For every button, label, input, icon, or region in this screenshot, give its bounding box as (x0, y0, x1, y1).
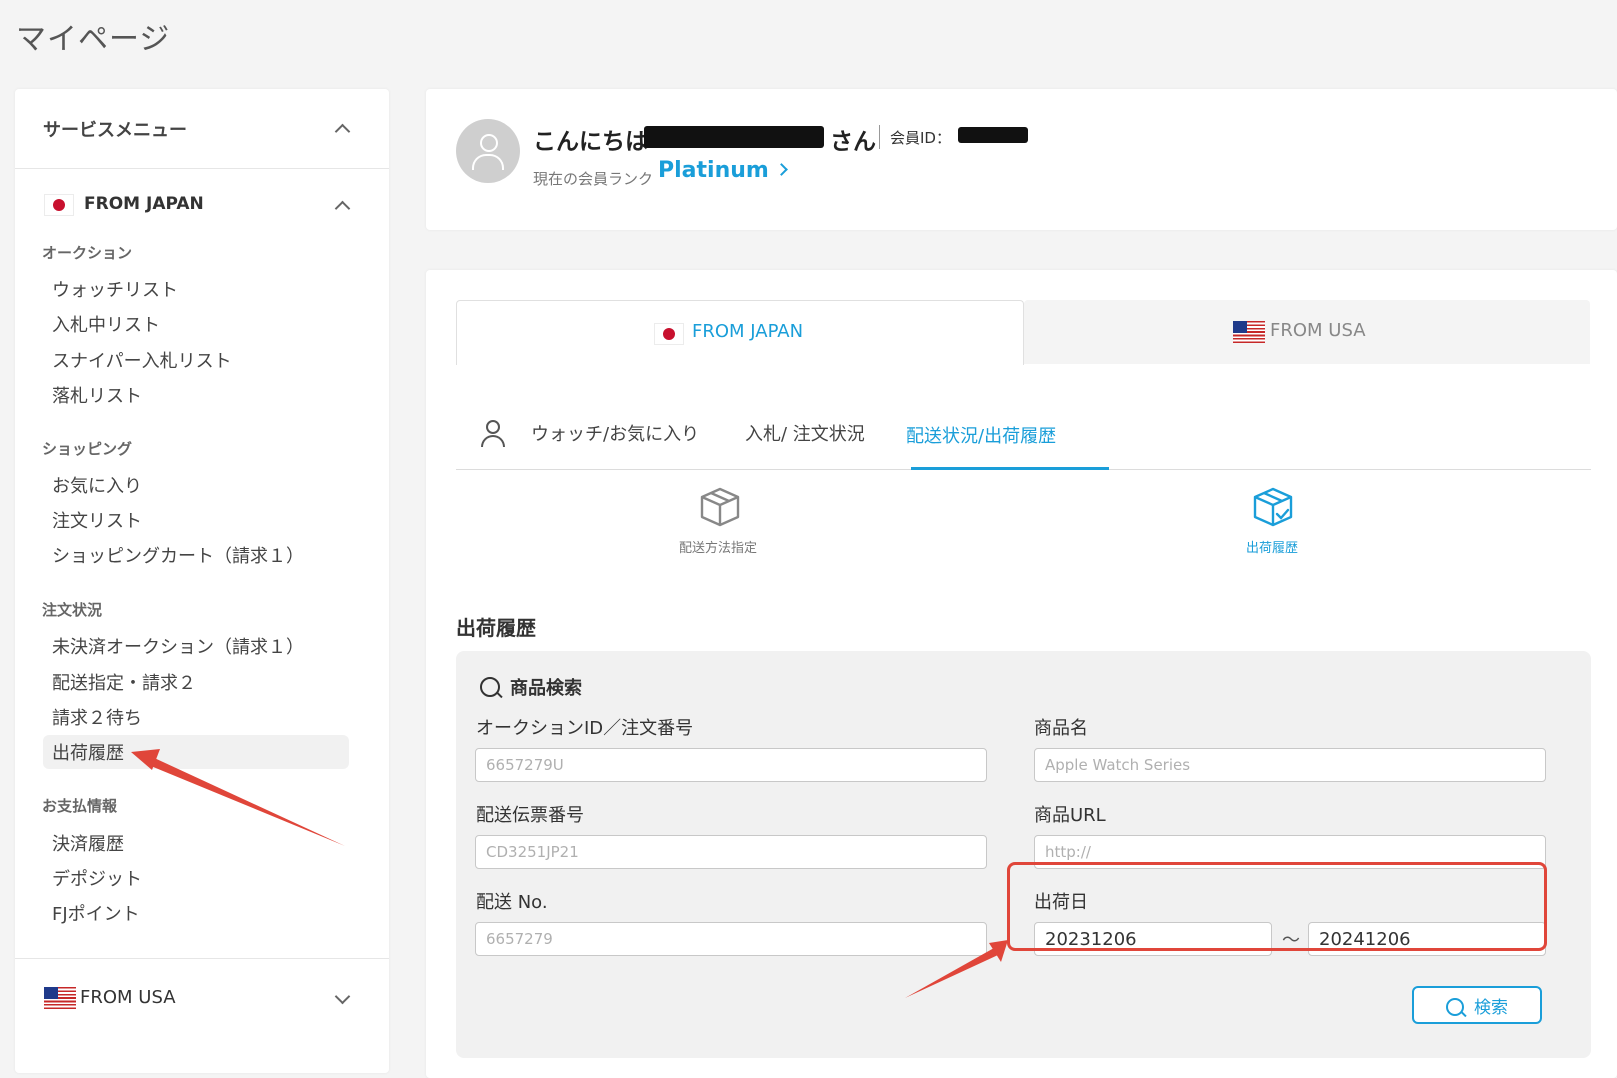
sidebar-item-deposit[interactable]: デポジット (52, 865, 142, 891)
sidebar-item-won[interactable]: 落札リスト (52, 382, 142, 408)
sidebar: サービスメニュー FROM JAPAN オークション ウォッチリスト 入札中リス… (15, 89, 389, 1073)
search-heading: 商品検索 (480, 674, 582, 700)
sidebar-item-cart[interactable]: ショッピングカート（請求１） (52, 542, 304, 568)
box-check-icon[interactable] (1251, 485, 1295, 529)
sidebar-item-watchlist[interactable]: ウォッチリスト (52, 276, 178, 302)
product-name-input[interactable] (1034, 748, 1546, 782)
shipping-method-label[interactable]: 配送方法指定 (679, 537, 757, 556)
sidebar-item-payment-history[interactable]: 決済履歴 (52, 830, 124, 856)
search-button-label: 検索 (1474, 997, 1508, 1018)
tab-from-usa-label: FROM USA (1270, 320, 1366, 341)
product-url-label: 商品URL (1034, 805, 1106, 826)
annotation-highlight-box (1007, 862, 1547, 951)
chevron-up-icon[interactable] (334, 123, 351, 140)
tab-from-usa[interactable]: FROM USA (1024, 300, 1590, 364)
usa-flag-icon (44, 987, 76, 1009)
box-icon[interactable] (698, 485, 742, 529)
shipping-history-option-label[interactable]: 出荷履歴 (1246, 537, 1298, 556)
tab-from-japan[interactable]: FROM JAPAN (456, 300, 1024, 365)
greeting: こんにちは (533, 122, 648, 156)
sidebar-item-shipping-request[interactable]: 配送指定・請求２ (52, 669, 196, 695)
sidebar-item-order-list[interactable]: 注文リスト (52, 507, 142, 533)
chevron-up-icon[interactable] (334, 200, 351, 217)
sidebar-header-label: サービスメニュー (43, 120, 187, 141)
japan-flag-icon (44, 194, 74, 216)
sidebar-section-auction: オークション (42, 244, 133, 262)
sidebar-header[interactable]: サービスメニュー (15, 89, 389, 169)
search-icon (480, 677, 500, 697)
redacted-member-id (958, 127, 1028, 143)
page-title: マイページ (16, 22, 171, 57)
active-tab-indicator (911, 467, 1109, 470)
tab-shipping-status[interactable]: 配送状況/出荷履歴 (906, 422, 1056, 448)
sidebar-item-sniper[interactable]: スナイパー入札リスト (52, 347, 232, 373)
rank-label: 現在の会員ランク (533, 170, 654, 188)
auction-id-label: オークションID／注文番号 (476, 718, 694, 739)
main-panel: FROM JAPAN FROM USA ウォッチ/お気に入り 入札/ 注文状況 … (426, 270, 1617, 1078)
greeting-prefix: こんにちは (533, 129, 648, 155)
sidebar-section-order-status: 注文状況 (42, 601, 103, 619)
tracking-number-input[interactable] (475, 835, 987, 869)
sidebar-from-japan-label[interactable]: FROM JAPAN (84, 194, 204, 214)
sidebar-item-awaiting-request2[interactable]: 請求２待ち (52, 704, 142, 730)
tab-from-japan-label: FROM JAPAN (692, 321, 804, 342)
product-name-label: 商品名 (1034, 718, 1088, 739)
rank-link[interactable]: Platinum (658, 158, 788, 183)
sidebar-item-unpaid[interactable]: 未決済オークション（請求１） (52, 633, 304, 659)
search-heading-label: 商品検索 (510, 678, 582, 699)
rank-value: Platinum (658, 158, 769, 183)
sidebar-section-shopping: ショッピング (42, 440, 133, 458)
redacted-username (644, 126, 824, 148)
user-icon[interactable] (478, 418, 506, 450)
sidebar-item-bidding[interactable]: 入札中リスト (52, 311, 160, 337)
chevron-down-icon[interactable] (334, 988, 351, 1005)
search-button[interactable]: 検索 (1412, 986, 1542, 1024)
shipping-no-label: 配送 No. (476, 892, 548, 913)
auction-id-input[interactable] (475, 748, 987, 782)
greeting-suffix: さん (830, 129, 876, 155)
sidebar-divider (15, 958, 389, 959)
shipping-no-input[interactable] (475, 922, 987, 956)
sidebar-item-shipping-history[interactable]: 出荷履歴 (52, 739, 124, 765)
sidebar-item-fj-points[interactable]: FJポイント (52, 900, 140, 926)
sidebar-item-favorites[interactable]: お気に入り (52, 472, 142, 498)
profile-separator (879, 125, 880, 149)
search-panel: 商品検索 オークションID／注文番号 商品名 配送伝票番号 商品URL 配送 N… (456, 651, 1591, 1058)
member-id-label: 会員ID： (890, 129, 951, 147)
search-icon (1446, 997, 1464, 1016)
sidebar-section-payment: お支払情報 (42, 797, 118, 815)
sidebar-from-usa-label[interactable]: FROM USA (80, 987, 176, 1008)
usa-flag-icon (1233, 321, 1265, 343)
chevron-right-icon (774, 163, 788, 176)
profile-card: こんにちは さん 会員ID： 現在の会員ランク Platinum (426, 89, 1617, 230)
tracking-number-label: 配送伝票番号 (476, 805, 584, 826)
tab-watch-favorites[interactable]: ウォッチ/お気に入り (531, 420, 699, 446)
tab-bid-order-status[interactable]: 入札/ 注文状況 (745, 420, 865, 446)
japan-flag-icon (654, 323, 684, 345)
section-title: 出荷履歴 (456, 616, 536, 640)
avatar (456, 119, 520, 183)
